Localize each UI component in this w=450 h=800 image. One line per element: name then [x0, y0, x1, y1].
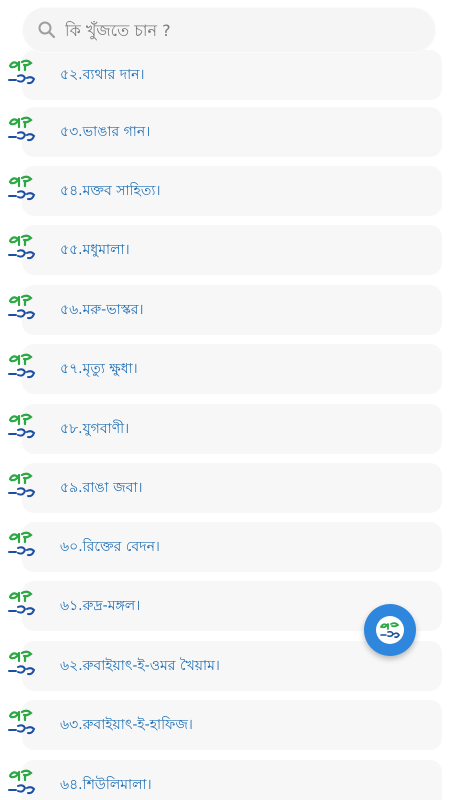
boi-tong-logo-icon — [7, 56, 37, 92]
boi-tong-logo-icon — [7, 113, 37, 149]
boi-tong-logo-icon — [7, 410, 37, 446]
boi-tong-logo-icon — [7, 766, 37, 800]
boi-tong-logo-icon — [7, 706, 37, 742]
item-title: ৬৪.শিউলিমালা। — [60, 777, 152, 793]
list-item[interactable]: ৫৬.মরু-ভাস্কর। — [0, 280, 450, 340]
boi-tong-logo-icon — [7, 647, 37, 683]
item-title: ৬০.রিক্তের বেদন। — [60, 539, 160, 555]
book-list[interactable]: ৫২.ব্যথার দান। ৫৩.ভাঙার গান। ৫৪.মক্তব সা… — [0, 0, 450, 800]
item-title: ৫৫.মধুমালা। — [60, 242, 130, 258]
list-item[interactable]: ৫৮.যুগবাণী। — [0, 399, 450, 459]
list-item[interactable]: ৬৪.শিউলিমালা। — [0, 755, 450, 800]
item-title: ৬২.রুবাইয়াৎ-ই-ওমর খৈয়াম। — [60, 658, 220, 674]
floating-action-button[interactable] — [364, 604, 416, 656]
list-item[interactable]: ৬০.রিক্তের বেদন। — [0, 517, 450, 577]
item-title: ৬১.রুদ্র-মঙ্গল। — [60, 598, 141, 614]
boi-tong-logo-icon — [7, 172, 37, 208]
boi-tong-logo-icon — [7, 587, 37, 623]
list-item[interactable]: ৫২.ব্যথার দান। — [0, 45, 450, 105]
boi-tong-logo-icon — [7, 528, 37, 564]
boi-tong-logo-icon — [376, 616, 404, 644]
app-screen: ৫২.ব্যথার দান। ৫৩.ভাঙার গান। ৫৪.মক্তব সা… — [0, 0, 450, 800]
search-icon[interactable] — [37, 20, 57, 40]
item-title: ৬৩.রুবাইয়াৎ-ই-হাফিজ। — [60, 717, 193, 733]
list-item[interactable]: ৫৪.মক্তব সাহিত্য। — [0, 161, 450, 221]
item-title: ৫৬.মরু-ভাস্কর। — [60, 302, 144, 318]
boi-tong-logo-icon — [7, 291, 37, 327]
list-item[interactable]: ৫৯.রাঙা জবা। — [0, 458, 450, 518]
search-bar[interactable] — [23, 8, 435, 52]
list-item[interactable]: ৬৩.রুবাইয়াৎ-ই-হাফিজ। — [0, 695, 450, 755]
boi-tong-logo-icon — [7, 469, 37, 505]
item-title: ৫৮.যুগবাণী। — [60, 421, 130, 437]
item-title: ৫৯.রাঙা জবা। — [60, 480, 143, 496]
item-title: ৫২.ব্যথার দান। — [60, 67, 145, 83]
boi-tong-logo-icon — [7, 231, 37, 267]
list-item[interactable]: ৫৩.ভাঙার গান। — [0, 102, 450, 162]
list-item[interactable]: ৫৭.মৃত্যু ক্ষুধা। — [0, 339, 450, 399]
list-item[interactable]: ৫৫.মধুমালা। — [0, 220, 450, 280]
search-input[interactable] — [65, 8, 415, 52]
boi-tong-logo-icon — [7, 350, 37, 386]
item-title: ৫৩.ভাঙার গান। — [60, 124, 151, 140]
item-title: ৫৭.মৃত্যু ক্ষুধা। — [60, 361, 138, 377]
item-title: ৫৪.মক্তব সাহিত্য। — [60, 183, 161, 199]
